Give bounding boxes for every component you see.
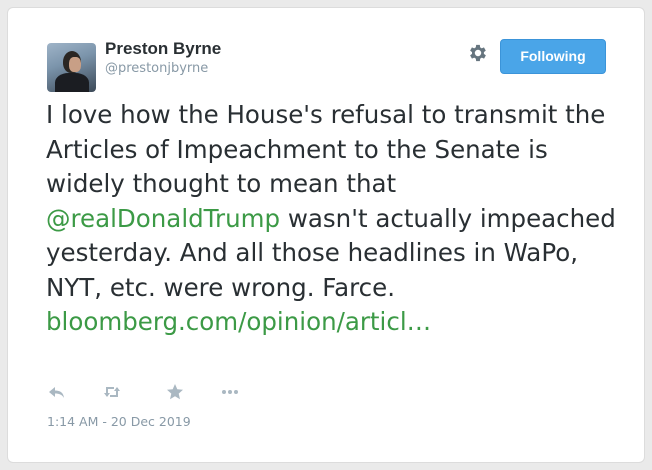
author-handle[interactable]: @prestonjbyrne: [105, 61, 208, 76]
tweet-text-part: I love how the House's refusal to transm…: [46, 100, 606, 198]
mention-link[interactable]: @realDonaldTrump: [46, 204, 280, 233]
retweet-icon[interactable]: [101, 381, 123, 403]
star-icon[interactable]: [164, 381, 186, 403]
following-button[interactable]: Following: [500, 39, 606, 74]
more-icon[interactable]: [219, 381, 241, 403]
reply-icon[interactable]: [46, 381, 68, 403]
tweet-text: I love how the House's refusal to transm…: [46, 98, 626, 340]
url-link[interactable]: bloomberg.com/opinion/articl…: [46, 307, 431, 336]
avatar-body-shape: [55, 73, 89, 92]
tweet-timestamp[interactable]: 1:14 AM - 20 Dec 2019: [47, 414, 191, 429]
tweet-card: Preston Byrne @prestonjbyrne Following I…: [7, 7, 645, 463]
gear-icon[interactable]: [467, 42, 489, 64]
avatar-face-shape: [69, 57, 81, 72]
author-display-name[interactable]: Preston Byrne: [105, 39, 221, 59]
author-avatar[interactable]: [47, 43, 96, 92]
